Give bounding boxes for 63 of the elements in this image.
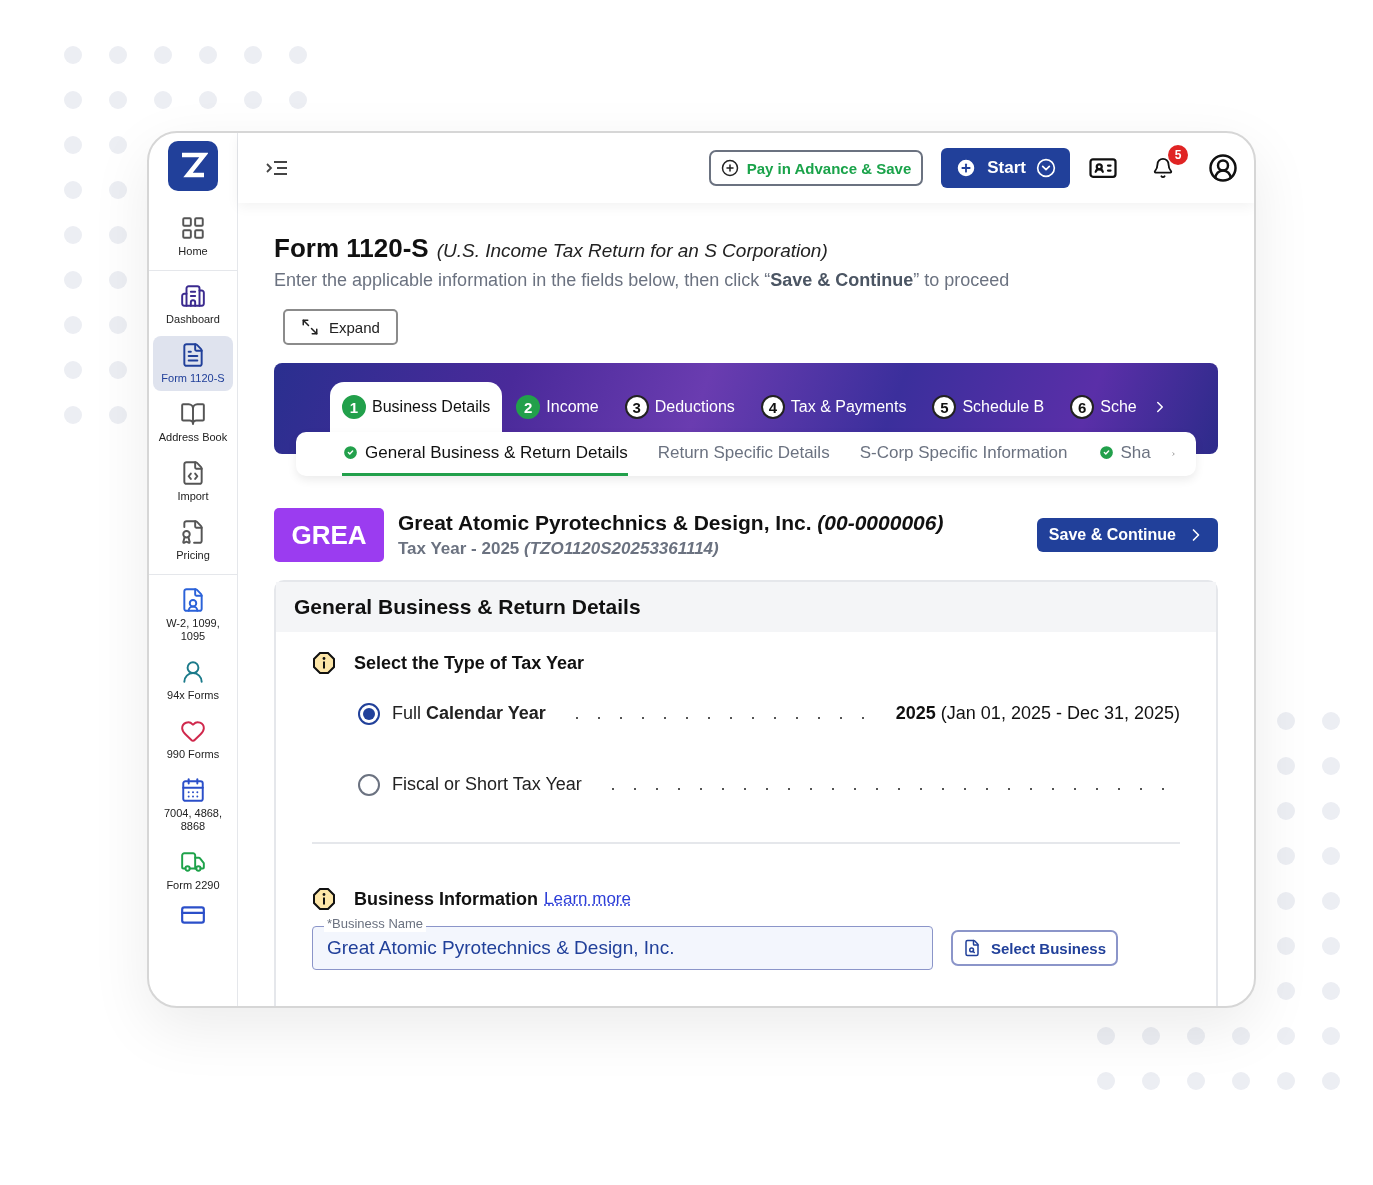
info-icon [312,887,336,911]
option-label: Fiscal or Short Tax Year [392,774,582,795]
learn-more-link[interactable]: Learn more [544,889,631,909]
field-label: *Business Name [324,916,427,932]
info-icon [312,651,336,675]
form-subtitle: (U.S. Income Tax Return for an S Corporation) [436,240,828,262]
tax-year-text: Tax Year - 2025 (TZO1120S20253361114) [398,539,720,559]
step-tab[interactable]: 5 Schedule B [920,382,1057,432]
sub-tab[interactable]: Return Specific Details [657,432,830,476]
menu-icon[interactable] [266,160,288,176]
user-avatar-icon[interactable] [1208,153,1238,183]
sidebar-item[interactable]: Home [153,209,233,264]
document-icon [180,342,206,368]
app-logo[interactable] [168,141,218,191]
step-tab[interactable]: 6 Sche [1058,382,1149,432]
plus-circle-icon [955,157,978,179]
step-tab[interactable]: 1 Business Details [330,382,503,432]
building-icon [180,283,206,309]
step-tab[interactable]: 2 Income [504,382,611,432]
book-icon [180,401,206,427]
bell-icon[interactable] [1152,157,1174,179]
save-continue-button[interactable]: Save & Continue [1036,518,1218,552]
sidebar-item[interactable]: 990 Forms [153,712,233,767]
sidebar-item[interactable]: Form 1120-S [153,336,233,391]
form-title: Form 1120-S [274,233,429,264]
business-name: Great Atomic Pyrotechnics & Design, Inc. (00-0000006) [398,511,944,535]
business-badge: GREA [274,508,384,562]
code-file-icon [180,460,206,486]
select-business-button[interactable]: Select Business [951,930,1119,966]
grid-icon [180,215,206,241]
sidebar-item[interactable]: Import [153,454,233,509]
file-search-icon [963,939,981,957]
card-title: General Business & Return Details [276,582,1216,632]
sidebar-item[interactable]: 94x Forms [153,653,233,708]
start-button[interactable]: Start [941,148,1070,188]
sub-tab[interactable]: S-Corp Specific Information [859,432,1068,476]
person-icon [180,659,206,685]
heart-icon [180,718,206,744]
sub-tab[interactable]: General Business & Return Details [342,432,628,476]
chevron-down-icon [1036,158,1056,178]
notification-badge: 5 [1168,145,1188,165]
sidebar-item[interactable]: Pricing [153,513,233,568]
sidebar-item[interactable]: Address Book [153,395,233,450]
option-value: 2025 (Jan 01, 2025 - Dec 31, 2025) [895,703,1180,724]
truck-icon [180,849,206,875]
expand-arrows-icon [301,318,319,336]
sidebar-item[interactable]: Form 2290 [153,843,233,898]
expand-button[interactable]: Expand [283,309,398,345]
sidebar-item[interactable]: Dashboard [153,277,233,332]
radio-button[interactable] [358,702,380,725]
section-title: Select the Type of Tax Year [354,652,585,674]
radio-button[interactable] [358,773,380,796]
instruction-text: Enter the applicable information in the fields below, then click “Save & Continue” to proceed [274,270,1011,291]
calendar-icon [180,777,206,803]
sidebar-item[interactable]: 7004, 4868, 8868 [153,771,233,839]
step-tab[interactable]: 4 Tax & Payments [748,382,919,432]
user-file-icon [180,587,206,613]
option-label: Full Calendar Year [392,703,546,724]
sub-tab[interactable]: Sha [1097,432,1151,476]
section-title: Business Information [354,888,539,910]
plus-circle-icon [720,159,739,177]
step-tab[interactable]: 3 Deductions [612,382,747,432]
sidebar-item[interactable]: W-2, 1099, 1095 [153,581,233,649]
